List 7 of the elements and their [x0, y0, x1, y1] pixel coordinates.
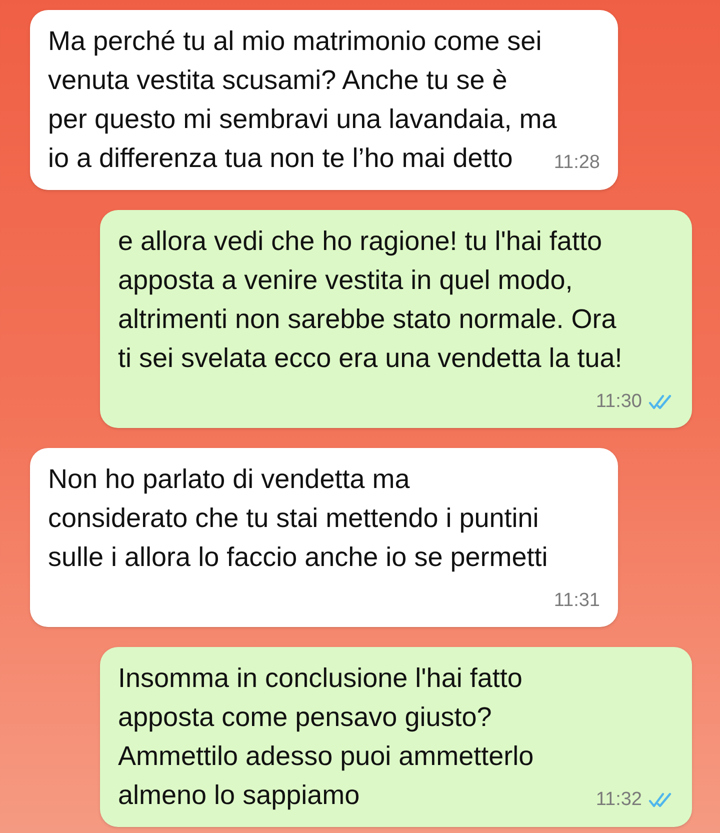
message-text: Non ho parlato di vendetta ma considerato che tu stai mettendo i puntini sulle i allora lo faccio anche io se permetti [48, 464, 548, 572]
message-time: 11:32 [596, 788, 642, 812]
message-text: e allora vedi che ho ragione! tu l'hai fatto apposta a venire vestita in quel modo, altrimenti non sarebbe stato normale. Ora ti sei svelata ecco era una vendetta la tua! [118, 226, 622, 373]
message-time: 11:28 [554, 151, 600, 175]
message-time: 11:31 [554, 589, 600, 613]
message-text: Insomma in conclusione l'hai fatto apposta come pensavo giusto? Ammettilo adesso puoi ammetterlo almeno lo sappiamo [118, 663, 534, 810]
message-time: 11:30 [596, 390, 642, 414]
